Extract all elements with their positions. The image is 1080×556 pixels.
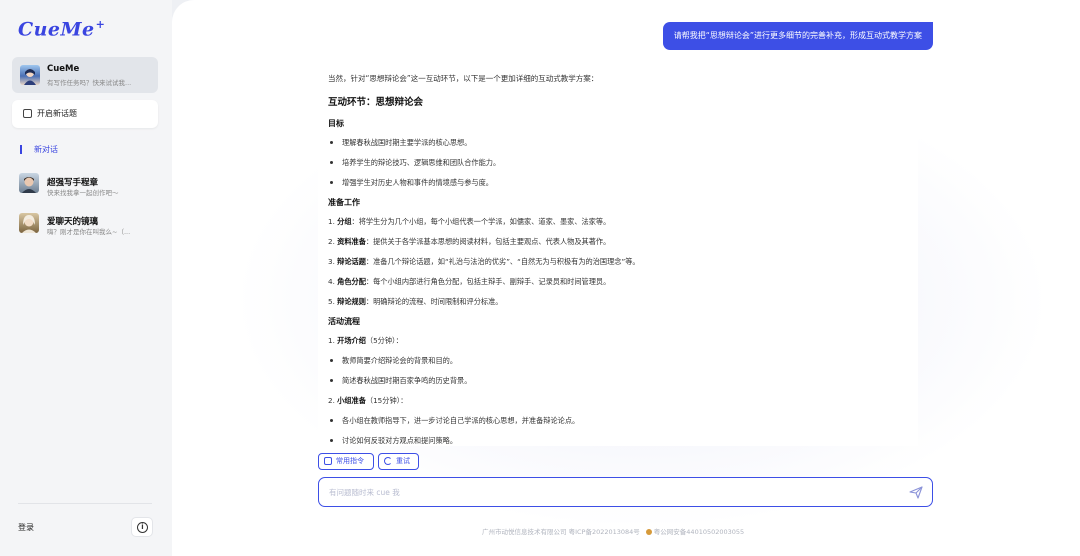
message-input-box xyxy=(318,477,933,507)
retry-button[interactable]: 重试 xyxy=(378,453,419,470)
avatar-portrait-icon xyxy=(22,177,36,193)
section-heading: 活动流程 xyxy=(328,317,360,326)
new-topic-label: 开启新话题 xyxy=(37,109,77,118)
list-item: 理解春秋战国时期主要学派的核心思想。 xyxy=(328,137,918,157)
answer-intro: 当然，针对“思想辩论会”这一互动环节，以下是一个更加详细的互动式教学方案： xyxy=(328,74,599,83)
avatar xyxy=(19,213,39,233)
list-item: 2. 资料准备：提供关于各学派基本思想的阅读材料，包括主要观点、代表人物及其著作… xyxy=(328,237,611,246)
icp-link[interactable]: 广州市动悦信息技术有限公司 粤ICP备2022013084号 xyxy=(482,528,640,536)
bullet xyxy=(330,379,333,382)
user-message-bubble: 请帮我把“思想辩论会”进行更多细节的完善补充，形成互动式教学方案 xyxy=(662,22,933,50)
footer: 广州市动悦信息技术有限公司 粤ICP备2022013084号 粤公网安备44010… xyxy=(482,526,744,536)
bullet xyxy=(330,439,333,442)
list-item: 4. 角色分配：每个小组内部进行角色分配，包括主辩手、副辩手、记录员和时间管理员… xyxy=(328,277,611,286)
active-assistant-card[interactable]: CueMe 有写作任务吗？快来试试我... xyxy=(12,57,158,93)
list-item: 2. 小组准备（15分钟）： xyxy=(328,396,408,405)
avatar xyxy=(20,65,40,85)
sidebar: CueMe+ CueMe 有写作任务吗？快来试试我... 开启新话题 新对话 超… xyxy=(0,0,172,556)
active-indicator xyxy=(20,145,22,154)
info-button[interactable]: i xyxy=(131,517,153,537)
bullet xyxy=(330,359,333,362)
refresh-icon xyxy=(384,457,392,465)
login-link[interactable]: 登录 xyxy=(18,522,34,533)
list-item: 1. 开场介绍（5分钟）： xyxy=(328,336,403,345)
police-badge-icon xyxy=(645,529,652,535)
list-item: 简述春秋战国时期百家争鸣的历史背景。 xyxy=(328,375,918,395)
answer-title: 互动环节：思想辩论会 xyxy=(328,97,424,108)
info-icon: i xyxy=(137,522,148,533)
list-item: 培养学生的辩论技巧、逻辑思维和团队合作能力。 xyxy=(328,157,918,177)
bot-subtitle: 快来找我拿一起创作吧～ xyxy=(47,189,119,197)
assistant-subtitle: 有写作任务吗？快来试试我... xyxy=(47,79,132,87)
bullet xyxy=(330,181,333,184)
list-item: 5. 辩论规则：明确辩论的流程、时间限制和评分标准。 xyxy=(328,297,503,306)
list-item: 1. 分组：将学生分为几个小组，每个小组代表一个学派，如儒家、道家、墨家、法家等… xyxy=(328,217,611,226)
new-topic-button[interactable]: 开启新话题 xyxy=(12,100,158,128)
bullet xyxy=(330,161,333,164)
list-item: 各小组在教师指导下，进一步讨论自己学派的核心思想，并准备辩论论点。 xyxy=(328,415,918,435)
section-heading: 目标 xyxy=(328,119,344,128)
message-input[interactable] xyxy=(329,485,889,499)
bullet xyxy=(330,141,333,144)
section-heading: 准备工作 xyxy=(328,198,360,207)
list-item: 3. 辩论话题：准备几个辩论话题，如“礼治与法治的优劣”、“自然无为与积极有为的… xyxy=(328,257,640,266)
app-logo[interactable]: CueMe+ xyxy=(18,18,105,40)
bullet xyxy=(330,419,333,422)
command-icon xyxy=(324,457,332,465)
common-commands-button[interactable]: 常用指令 xyxy=(318,453,374,470)
avatar-portrait-icon xyxy=(22,215,36,233)
send-icon[interactable] xyxy=(909,486,923,499)
avatar-illustration-icon xyxy=(24,69,36,85)
bot-subtitle: 嗨？刚才是你在叫我么~（... xyxy=(47,228,131,236)
avatar xyxy=(19,173,39,193)
assistant-answer: 当然，针对“思想辩论会”这一互动环节，以下是一个更加详细的互动式教学方案： 互动… xyxy=(318,64,918,446)
new-chat-label: 新对话 xyxy=(34,145,58,154)
new-topic-icon xyxy=(23,109,32,118)
chat-main: 请帮我把“思想辩论会”进行更多细节的完善补充，形成互动式教学方案 当然，针对“思… xyxy=(172,0,1080,556)
divider xyxy=(18,503,152,504)
list-item: 教师简要介绍辩论会的背景和目的。 xyxy=(328,355,918,375)
list-item: 讨论如何反驳对方观点和提问策略。 xyxy=(328,435,918,446)
list-item: 增强学生对历史人物和事件的情境感与参与度。 xyxy=(328,177,918,197)
police-record-link[interactable]: 粤公网安备44010502003055 xyxy=(654,528,744,536)
assistant-name: CueMe xyxy=(47,64,80,74)
